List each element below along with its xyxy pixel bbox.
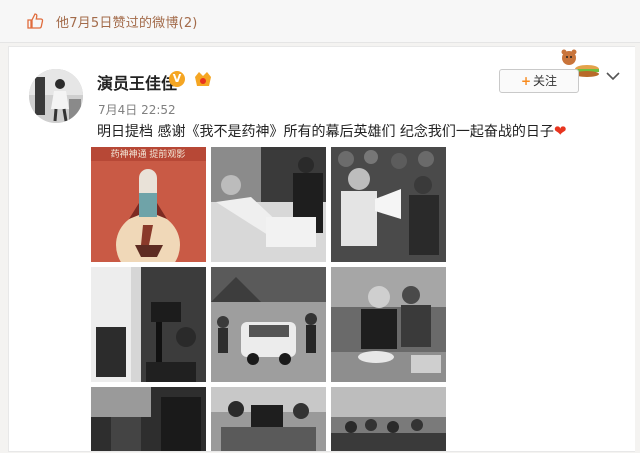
photo-grid: 药神神通 提前观影: [91, 147, 451, 451]
thumbs-up-icon: [27, 13, 44, 29]
photo-courtroom[interactable]: [331, 387, 446, 451]
username[interactable]: 演员王佳佳: [97, 70, 177, 94]
liked-posts-link[interactable]: 他7月5日赞过的微博(2): [56, 12, 198, 31]
photo-actors-seated[interactable]: [331, 267, 446, 382]
photo-hospital-scene[interactable]: [211, 147, 326, 262]
chevron-down-icon[interactable]: [605, 70, 621, 82]
poster-text: 药神神通 提前观影: [111, 148, 186, 160]
weibo-post-card: 演员王佳佳 V 7月4日 22:52 + 关注 明日提档 感谢《我不是药神》所有的…: [8, 46, 635, 452]
verified-badge: V: [169, 71, 185, 87]
avatar[interactable]: [29, 69, 83, 123]
follow-label: 关注: [533, 74, 558, 88]
post-text: 明日提档 感谢《我不是药神》所有的幕后英雄们 纪念我们一起奋战的日子: [97, 124, 554, 140]
photo-street-car[interactable]: [211, 267, 326, 382]
photo-set-lighting[interactable]: [91, 387, 206, 451]
plus-icon: +: [520, 74, 532, 88]
follow-button[interactable]: + 关注: [499, 69, 579, 93]
post-content: 明日提档 感谢《我不是药神》所有的幕后英雄们 纪念我们一起奋战的日子❤: [97, 121, 566, 141]
post-timestamp[interactable]: 7月4日 22:52: [98, 101, 176, 118]
vip-crown-icon: [195, 72, 211, 86]
liked-posts-header: 他7月5日赞过的微博(2): [0, 0, 640, 43]
photo-camera-crew[interactable]: [211, 387, 326, 451]
photo-film-set-crew[interactable]: [91, 267, 206, 382]
photo-movie-poster[interactable]: 药神神通 提前观影: [91, 147, 206, 262]
photo-crowd-megaphone[interactable]: [331, 147, 446, 262]
heart-icon: ❤: [553, 122, 567, 140]
